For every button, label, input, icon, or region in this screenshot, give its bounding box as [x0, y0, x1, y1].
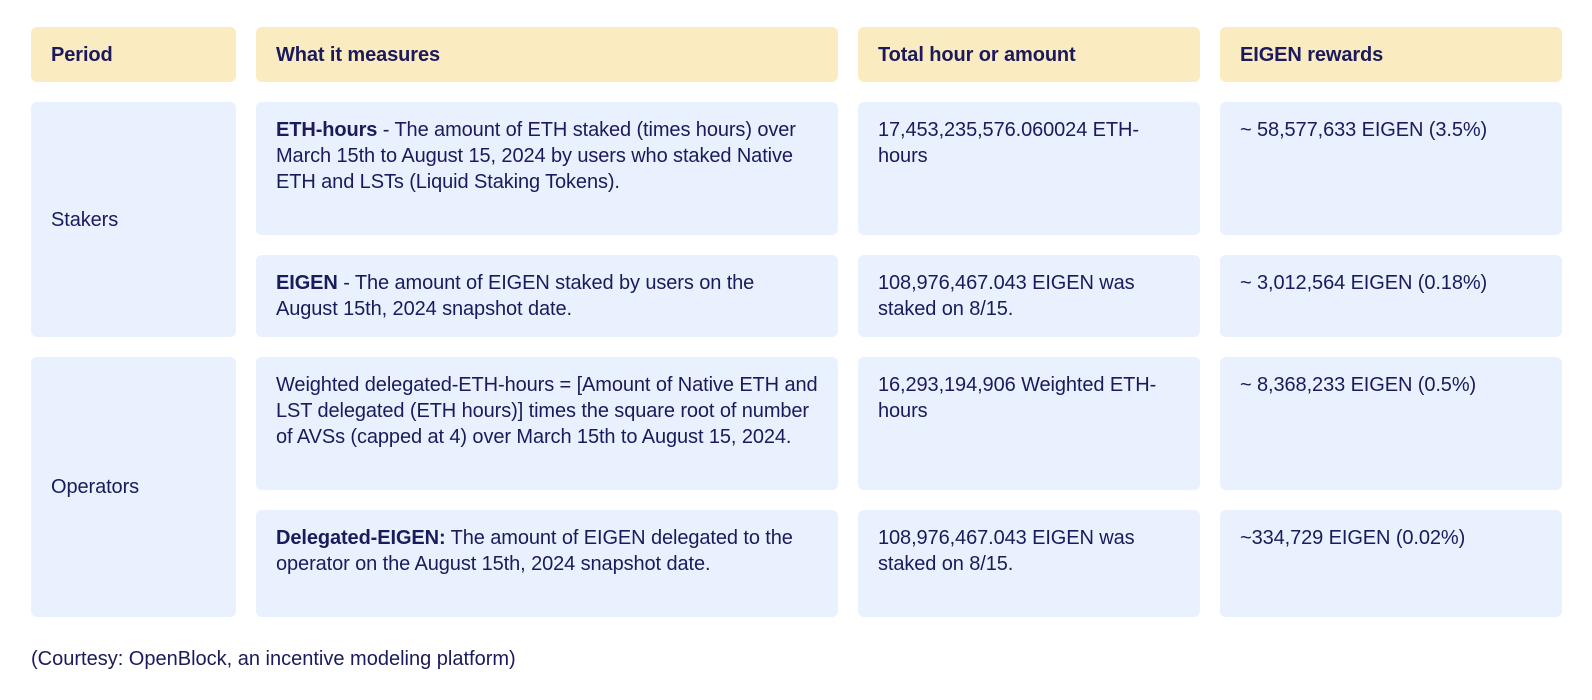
rewards-cell: ~ 8,368,233 EIGEN (0.5%) [1220, 357, 1562, 490]
measure-term: Delegated-EIGEN: [276, 527, 446, 549]
rewards-cell: ~ 3,012,564 EIGEN (0.18%) [1220, 255, 1562, 337]
header-period: Period [31, 27, 236, 82]
measure-cell: EIGEN - The amount of EIGEN staked by us… [256, 255, 838, 337]
measure-cell: Weighted delegated-ETH-hours = [Amount o… [256, 357, 838, 490]
rewards-cell: ~334,729 EIGEN (0.02%) [1220, 510, 1562, 617]
measure-cell: Delegated-EIGEN: The amount of EIGEN del… [256, 510, 838, 617]
header-total: Total hour or amount [858, 27, 1200, 82]
period-operators: Operators [31, 357, 236, 617]
measure-description: - The amount of EIGEN staked by users on… [276, 272, 755, 320]
header-what-it-measures: What it measures [256, 27, 838, 82]
measure-cell: ETH-hours - The amount of ETH staked (ti… [256, 102, 838, 235]
rewards-table: Period What it measures Total hour or am… [31, 27, 1562, 617]
total-cell: 108,976,467.043 EIGEN was staked on 8/15… [858, 255, 1200, 337]
total-cell: 17,453,235,576.060024 ETH-hours [858, 102, 1200, 235]
measure-term: ETH-hours [276, 119, 378, 141]
measure-description: Weighted delegated-ETH-hours = [Amount o… [276, 374, 818, 448]
period-stakers: Stakers [31, 102, 236, 337]
header-eigen-rewards: EIGEN rewards [1220, 27, 1562, 82]
total-cell: 108,976,467.043 EIGEN was staked on 8/15… [858, 510, 1200, 617]
rewards-cell: ~ 58,577,633 EIGEN (3.5%) [1220, 102, 1562, 235]
measure-term: EIGEN [276, 272, 338, 294]
caption: (Courtesy: OpenBlock, an incentive model… [31, 648, 516, 670]
total-cell: 16,293,194,906 Weighted ETH-hours [858, 357, 1200, 490]
